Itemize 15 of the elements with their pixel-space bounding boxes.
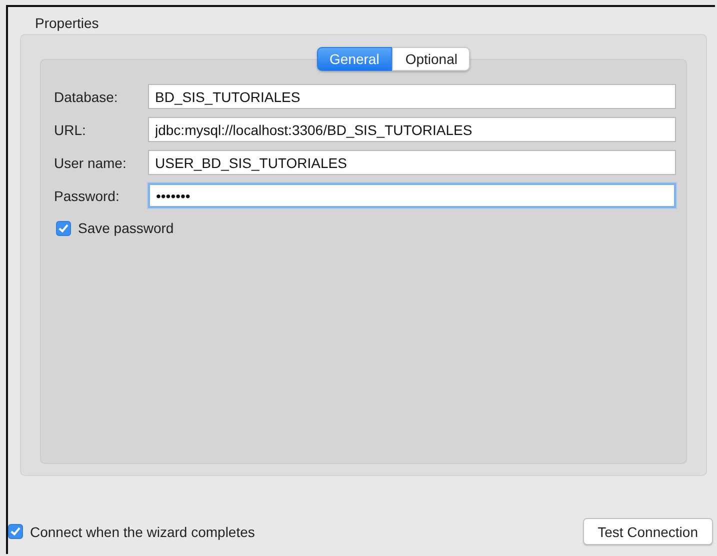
- checkbox[interactable]: [8, 524, 23, 539]
- input-field[interactable]: •••••••: [148, 183, 676, 208]
- checkbox-label: Save password: [78, 220, 174, 236]
- field-label: URL:: [54, 122, 87, 138]
- field-label: Password:: [54, 188, 120, 204]
- group-title: Properties: [35, 15, 99, 32]
- test-connection-button[interactable]: Test Connection: [582, 518, 713, 545]
- input-field[interactable]: jdbc:mysql://localhost:3306/BD_SIS_TUTORIALES: [148, 117, 676, 142]
- field-label: User name:: [54, 154, 128, 170]
- checkbox[interactable]: [56, 220, 71, 236]
- tab[interactable]: Optional: [392, 47, 470, 71]
- field-label: Database:: [54, 88, 119, 104]
- input-field[interactable]: BD_SIS_TUTORIALES: [148, 84, 676, 109]
- checkbox-label: Connect when the wizard completes: [30, 524, 255, 540]
- input-field[interactable]: USER_BD_SIS_TUTORIALES: [148, 150, 676, 175]
